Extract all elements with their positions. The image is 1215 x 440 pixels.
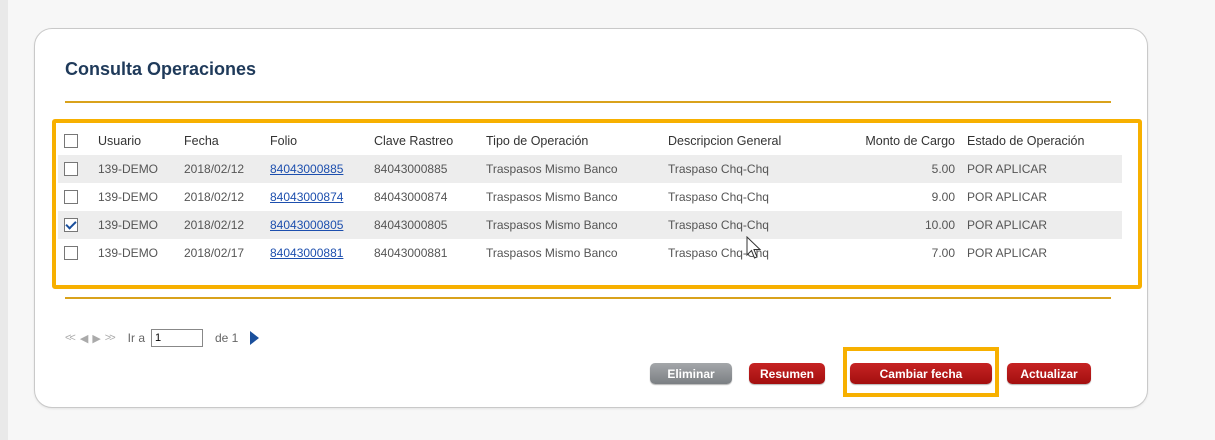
cell-clave: 84043000881 bbox=[368, 239, 480, 267]
col-folio[interactable]: Folio bbox=[264, 127, 368, 155]
table-row[interactable]: 139-DEMO 2018/02/12 84043000874 84043000… bbox=[58, 183, 1122, 211]
cell-usuario: 139-DEMO bbox=[92, 155, 178, 183]
cell-clave: 84043000885 bbox=[368, 155, 480, 183]
cell-usuario: 139-DEMO bbox=[92, 239, 178, 267]
cell-estado: POR APLICAR bbox=[961, 211, 1122, 239]
cell-fecha: 2018/02/12 bbox=[178, 211, 264, 239]
row-select-cell[interactable] bbox=[58, 211, 92, 239]
folio-link[interactable]: 84043000874 bbox=[270, 190, 343, 204]
cell-estado: POR APLICAR bbox=[961, 183, 1122, 211]
cell-usuario: 139-DEMO bbox=[92, 211, 178, 239]
table-header-row: Usuario Fecha Folio Clave Rastreo Tipo d… bbox=[58, 127, 1122, 155]
next-arrow-icon[interactable] bbox=[250, 331, 260, 345]
row-checkbox[interactable] bbox=[64, 162, 78, 177]
cell-fecha: 2018/02/12 bbox=[178, 183, 264, 211]
row-checkbox[interactable] bbox=[64, 190, 78, 205]
operations-table: Usuario Fecha Folio Clave Rastreo Tipo d… bbox=[58, 127, 1122, 267]
table-bottom-divider bbox=[65, 297, 1111, 299]
page-number-input[interactable] bbox=[151, 329, 203, 347]
col-estado[interactable]: Estado de Operación bbox=[961, 127, 1122, 155]
row-select-cell[interactable] bbox=[58, 155, 92, 183]
col-usuario[interactable]: Usuario bbox=[92, 127, 178, 155]
row-checkbox-checked[interactable] bbox=[64, 218, 78, 233]
operations-panel: Consulta Operaciones Usuario Fecha Folio… bbox=[34, 28, 1148, 408]
cell-estado: POR APLICAR bbox=[961, 155, 1122, 183]
cell-descripcion: Traspaso Chq-Chq bbox=[662, 239, 824, 267]
cell-tipo: Traspasos Mismo Banco bbox=[480, 239, 662, 267]
next-page-icon[interactable]: ▶ bbox=[92, 332, 101, 345]
pagination: << ◀ ▶ >> Ir a de 1 bbox=[65, 329, 260, 347]
table-row[interactable]: 139-DEMO 2018/02/17 84043000881 84043000… bbox=[58, 239, 1122, 267]
mouse-cursor-icon bbox=[746, 236, 762, 259]
cell-monto: 7.00 bbox=[824, 239, 961, 267]
cell-folio: 84043000805 bbox=[264, 211, 368, 239]
folio-link[interactable]: 84043000885 bbox=[270, 162, 343, 176]
cell-fecha: 2018/02/17 bbox=[178, 239, 264, 267]
first-page-icon[interactable]: << bbox=[65, 332, 76, 344]
row-select-cell[interactable] bbox=[58, 239, 92, 267]
cell-folio: 84043000885 bbox=[264, 155, 368, 183]
select-all-checkbox[interactable] bbox=[64, 134, 78, 149]
cell-clave: 84043000874 bbox=[368, 183, 480, 211]
cell-clave: 84043000805 bbox=[368, 211, 480, 239]
cell-monto: 9.00 bbox=[824, 183, 961, 211]
cell-descripcion: Traspaso Chq-Chq bbox=[662, 155, 824, 183]
title-divider bbox=[65, 101, 1111, 103]
folio-link[interactable]: 84043000805 bbox=[270, 218, 343, 232]
col-tipo-operacion[interactable]: Tipo de Operación bbox=[480, 127, 662, 155]
page-title: Consulta Operaciones bbox=[65, 59, 257, 79]
cell-folio: 84043000881 bbox=[264, 239, 368, 267]
cell-monto: 10.00 bbox=[824, 211, 961, 239]
cambiar-fecha-button[interactable]: Cambiar fecha bbox=[850, 363, 992, 384]
left-edge bbox=[0, 0, 8, 440]
table-row[interactable]: 139-DEMO 2018/02/12 84043000885 84043000… bbox=[58, 155, 1122, 183]
col-fecha[interactable]: Fecha bbox=[178, 127, 264, 155]
cell-tipo: Traspasos Mismo Banco bbox=[480, 211, 662, 239]
cell-descripcion: Traspaso Chq-Chq bbox=[662, 183, 824, 211]
folio-link[interactable]: 84043000881 bbox=[270, 246, 343, 260]
row-checkbox[interactable] bbox=[64, 246, 78, 261]
eliminar-button[interactable]: Eliminar bbox=[650, 363, 732, 384]
cell-folio: 84043000874 bbox=[264, 183, 368, 211]
cell-monto: 5.00 bbox=[824, 155, 961, 183]
select-all-cell[interactable] bbox=[58, 127, 92, 155]
page-total-label: de 1 bbox=[215, 331, 239, 345]
col-monto[interactable]: Monto de Cargo bbox=[824, 127, 961, 155]
cell-descripcion: Traspaso Chq-Chq bbox=[662, 211, 824, 239]
cell-tipo: Traspasos Mismo Banco bbox=[480, 155, 662, 183]
prev-page-icon[interactable]: ◀ bbox=[80, 332, 89, 345]
table-row[interactable]: 139-DEMO 2018/02/12 84043000805 84043000… bbox=[58, 211, 1122, 239]
last-page-icon[interactable]: >> bbox=[105, 332, 116, 344]
resumen-button[interactable]: Resumen bbox=[749, 363, 825, 384]
actualizar-button[interactable]: Actualizar bbox=[1007, 363, 1091, 384]
ir-a-label: Ir a bbox=[127, 331, 145, 345]
col-clave-rastreo[interactable]: Clave Rastreo bbox=[368, 127, 480, 155]
cell-fecha: 2018/02/12 bbox=[178, 155, 264, 183]
row-select-cell[interactable] bbox=[58, 183, 92, 211]
cell-estado: POR APLICAR bbox=[961, 239, 1122, 267]
col-descripcion[interactable]: Descripcion General bbox=[662, 127, 824, 155]
cell-usuario: 139-DEMO bbox=[92, 183, 178, 211]
cell-tipo: Traspasos Mismo Banco bbox=[480, 183, 662, 211]
